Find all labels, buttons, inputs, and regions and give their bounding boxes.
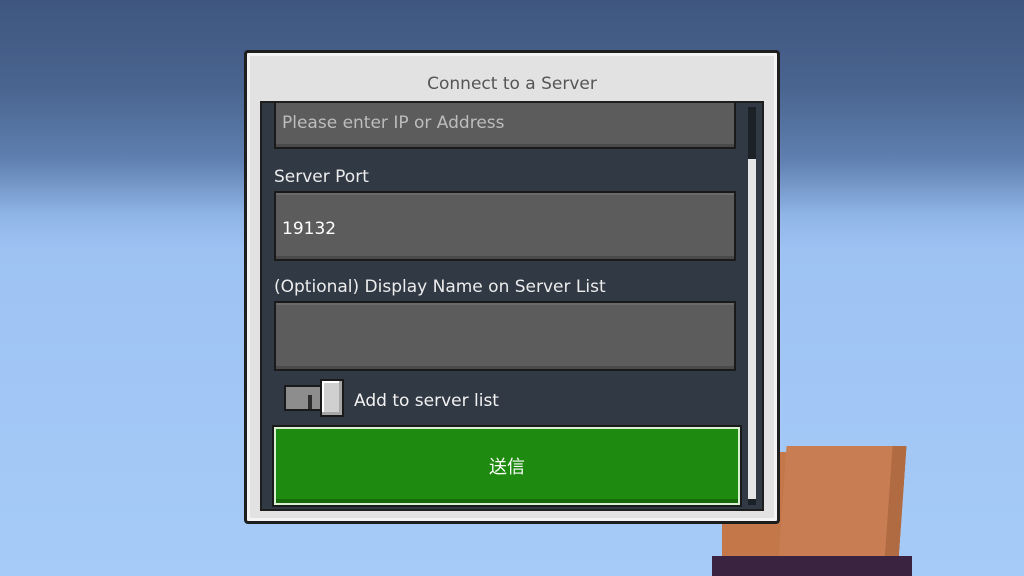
submit-button[interactable]: 送信 [274,427,740,505]
server-port-label: Server Port [274,167,369,187]
toggle-off-icon [308,395,312,409]
scrollbar[interactable] [748,107,756,505]
server-port-value: 19132 [282,219,337,239]
display-name-field[interactable] [274,301,736,371]
display-name-label: (Optional) Display Name on Server List [274,277,606,297]
toggle-knob[interactable] [320,379,344,417]
server-address-placeholder: Please enter IP or Address [282,113,505,133]
game-background: Connect to a Server Please enter IP or A… [0,0,1024,576]
dialog-title: Connect to a Server [427,74,597,94]
player-sleeve [712,556,912,576]
add-to-list-toggle[interactable] [284,379,344,417]
form-panel: Please enter IP or Address Server Port 1… [260,101,764,511]
server-address-field[interactable]: Please enter IP or Address [274,103,736,149]
add-to-list-label: Add to server list [354,391,499,411]
server-port-field[interactable]: 19132 [274,191,736,261]
scrollbar-thumb[interactable] [748,159,756,499]
connect-server-dialog: Connect to a Server Please enter IP or A… [244,50,780,524]
